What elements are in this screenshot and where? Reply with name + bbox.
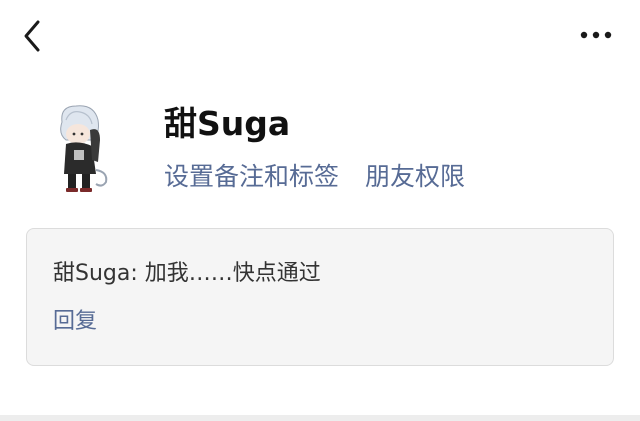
request-text: 加我……快点通过 [144,261,321,286]
request-message: 甜Suga: 加我……快点通过 [53,257,321,291]
section-divider [0,415,640,421]
back-button[interactable] [18,18,48,54]
request-message-card: 甜Suga: 加我……快点通过 回复 [26,228,614,366]
friend-permissions-link[interactable]: 朋友权限 [365,158,465,196]
reply-button[interactable]: 回复 [53,305,97,339]
set-remark-and-tags-link[interactable]: 设置备注和标签 [164,158,339,196]
avatar[interactable] [40,100,120,196]
more-dots-icon [580,31,612,39]
more-button[interactable] [580,26,614,44]
nickname: 甜Suga [164,104,291,143]
profile-actions: 设置备注和标签 朋友权限 [164,158,465,196]
anime-character-avatar [60,105,108,192]
friend-request-page: 甜Suga 设置备注和标签 朋友权限 甜Suga: 加我……快点通过 回复 [0,0,640,421]
request-sender: 甜Suga: [53,261,138,286]
chevron-left-icon [24,20,40,52]
